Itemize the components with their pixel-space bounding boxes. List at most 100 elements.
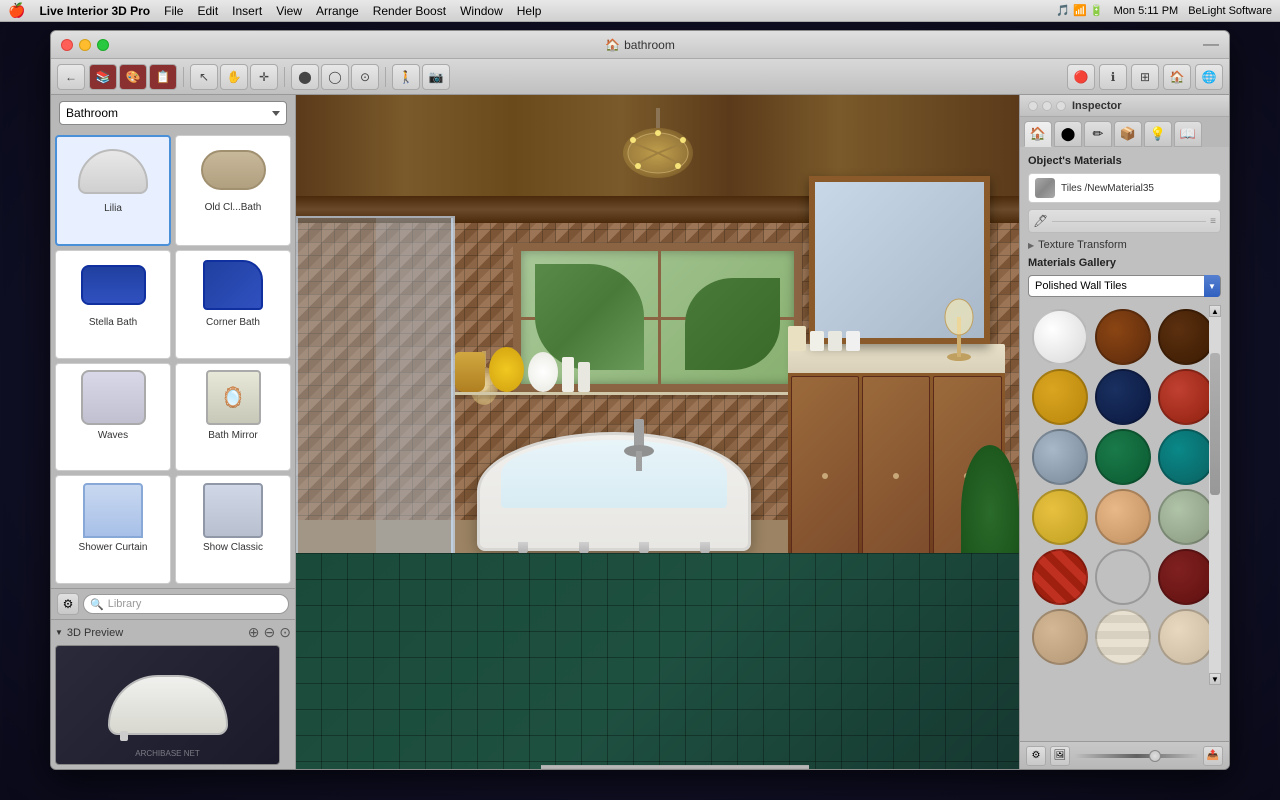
swatch-11[interactable]: [1158, 489, 1214, 545]
flower-vase: [455, 352, 485, 392]
tab-edit[interactable]: ✏: [1084, 121, 1112, 147]
apple-menu[interactable]: 🍎: [8, 2, 25, 19]
material-swatch: [1035, 178, 1055, 198]
preview-header[interactable]: ▼ 3D Preview ⊕ ⊖ ⊙: [55, 624, 291, 641]
library-btn[interactable]: 📚: [89, 64, 117, 90]
menu-window[interactable]: Window: [460, 4, 503, 18]
materials-btn[interactable]: 🎨: [119, 64, 147, 90]
ins-tl-3: [1056, 101, 1066, 111]
floor-btn[interactable]: ⊞: [1131, 64, 1159, 90]
main-content: Bathroom Lilia Old Cl...Bath: [51, 95, 1229, 769]
swatches-scrollbar[interactable]: ▲ ▼: [1209, 305, 1221, 685]
swatch-8[interactable]: [1158, 429, 1214, 485]
window-title: 🏠 bathroom: [605, 38, 675, 52]
swatch-17[interactable]: [1158, 609, 1214, 665]
tab-materials[interactable]: ⬤: [1054, 121, 1082, 147]
menu-view[interactable]: View: [276, 4, 302, 18]
materials-gallery-label: Materials Gallery: [1028, 257, 1221, 269]
person-tool[interactable]: 🚶: [392, 64, 420, 90]
search-bar[interactable]: 🔍 Library: [83, 594, 289, 614]
3d-btn[interactable]: 🌐: [1195, 64, 1223, 90]
circle-tool[interactable]: ⬤: [291, 64, 319, 90]
swatch-9[interactable]: [1032, 489, 1088, 545]
menu-arrange[interactable]: Arrange: [316, 4, 359, 18]
item-bath-mirror[interactable]: 🪞 Bath Mirror: [175, 363, 291, 472]
menu-insert[interactable]: Insert: [232, 4, 262, 18]
yellow-flowers: [489, 347, 524, 392]
render-btn[interactable]: 🔴: [1067, 64, 1095, 90]
info-btn[interactable]: ℹ: [1099, 64, 1127, 90]
bottom-resize-handle[interactable]: [541, 765, 809, 769]
window-collapse[interactable]: —: [1203, 36, 1219, 54]
category-dropdown[interactable]: Bathroom: [59, 101, 287, 125]
swatch-2[interactable]: [1158, 309, 1214, 365]
item-lilia[interactable]: Lilia: [55, 135, 171, 246]
item-stella-bath[interactable]: Stella Bath: [55, 250, 171, 359]
item-shower-curtain[interactable]: Shower Curtain: [55, 475, 171, 584]
minimize-button[interactable]: [79, 39, 91, 51]
scroll-up-button[interactable]: ▲: [1209, 305, 1221, 317]
swatch-0[interactable]: [1032, 309, 1088, 365]
cross-tool[interactable]: ✛: [250, 64, 278, 90]
dotted-tool[interactable]: ⊙: [351, 64, 379, 90]
back-button[interactable]: ←: [57, 64, 85, 90]
gallery-dropdown[interactable]: Polished Wall Tiles: [1028, 275, 1221, 297]
swatch-4[interactable]: [1095, 369, 1151, 425]
scroll-down-button[interactable]: ▼: [1209, 673, 1221, 685]
swatch-16[interactable]: [1095, 609, 1151, 665]
zoom-in-button[interactable]: ⊕: [248, 624, 260, 641]
ins-export-button[interactable]: 📤: [1203, 746, 1223, 766]
hand-tool[interactable]: ✋: [220, 64, 248, 90]
tab-light[interactable]: 💡: [1144, 121, 1172, 147]
settings-button[interactable]: ⚙: [57, 593, 79, 615]
menu-render[interactable]: Render Boost: [373, 4, 446, 18]
texture-transform-header[interactable]: ▶ Texture Transform: [1028, 239, 1221, 251]
camera-tool[interactable]: 📷: [422, 64, 450, 90]
close-button[interactable]: [61, 39, 73, 51]
menu-edit[interactable]: Edit: [197, 4, 218, 18]
item-show-classic[interactable]: Show Classic: [175, 475, 291, 584]
preview-section: ▼ 3D Preview ⊕ ⊖ ⊙ ARCHIBASE NET: [51, 619, 295, 769]
tab-house[interactable]: 🏠: [1024, 121, 1052, 147]
scroll-thumb[interactable]: [1210, 353, 1220, 495]
zoom-out-button[interactable]: ⊖: [264, 624, 276, 641]
ins-gear-button[interactable]: ⚙: [1026, 746, 1046, 766]
vanity-door-2: [862, 376, 930, 578]
nav-tools: ←: [57, 64, 85, 90]
swatch-5[interactable]: [1158, 369, 1214, 425]
swatch-10[interactable]: [1095, 489, 1151, 545]
tab-library[interactable]: 📖: [1174, 121, 1202, 147]
ins-image-button[interactable]: 🖼: [1050, 746, 1070, 766]
swatch-12[interactable]: [1032, 549, 1088, 605]
swatch-15[interactable]: [1032, 609, 1088, 665]
zoom-fit-button[interactable]: ⊙: [279, 624, 291, 641]
lilia-label: Lilia: [61, 203, 165, 214]
tab-object[interactable]: 📦: [1114, 121, 1142, 147]
item-waves[interactable]: Waves: [55, 363, 171, 472]
swatch-6[interactable]: [1032, 429, 1088, 485]
material-item[interactable]: Tiles /NewMaterial35: [1028, 173, 1221, 203]
preview-toggle-icon: ▼: [55, 628, 63, 637]
swatch-14[interactable]: [1158, 549, 1214, 605]
swatch-7[interactable]: [1095, 429, 1151, 485]
scroll-track: [1209, 317, 1221, 673]
swatch-1[interactable]: [1095, 309, 1151, 365]
objects-btn[interactable]: 📋: [149, 64, 177, 90]
cursor-tool[interactable]: ↖: [190, 64, 218, 90]
tub-foot-1: [518, 542, 528, 554]
menu-file[interactable]: File: [164, 4, 183, 18]
circle-outline-tool[interactable]: ◯: [321, 64, 349, 90]
soap-dispenser: [788, 326, 806, 351]
ins-slider-thumb[interactable]: [1149, 750, 1161, 762]
house-btn[interactable]: 🏠: [1163, 64, 1191, 90]
item-old-bath[interactable]: Old Cl...Bath: [175, 135, 291, 246]
swatches-container: ▲ ▼: [1028, 305, 1221, 685]
swatch-3[interactable]: [1032, 369, 1088, 425]
ins-slider[interactable]: [1074, 754, 1199, 758]
item-corner-bath[interactable]: Corner Bath: [175, 250, 291, 359]
swatch-13[interactable]: [1095, 549, 1151, 605]
maximize-button[interactable]: [97, 39, 109, 51]
app-name[interactable]: Live Interior 3D Pro: [39, 4, 150, 18]
chandelier-stem: [656, 108, 660, 128]
menu-help[interactable]: Help: [517, 4, 542, 18]
